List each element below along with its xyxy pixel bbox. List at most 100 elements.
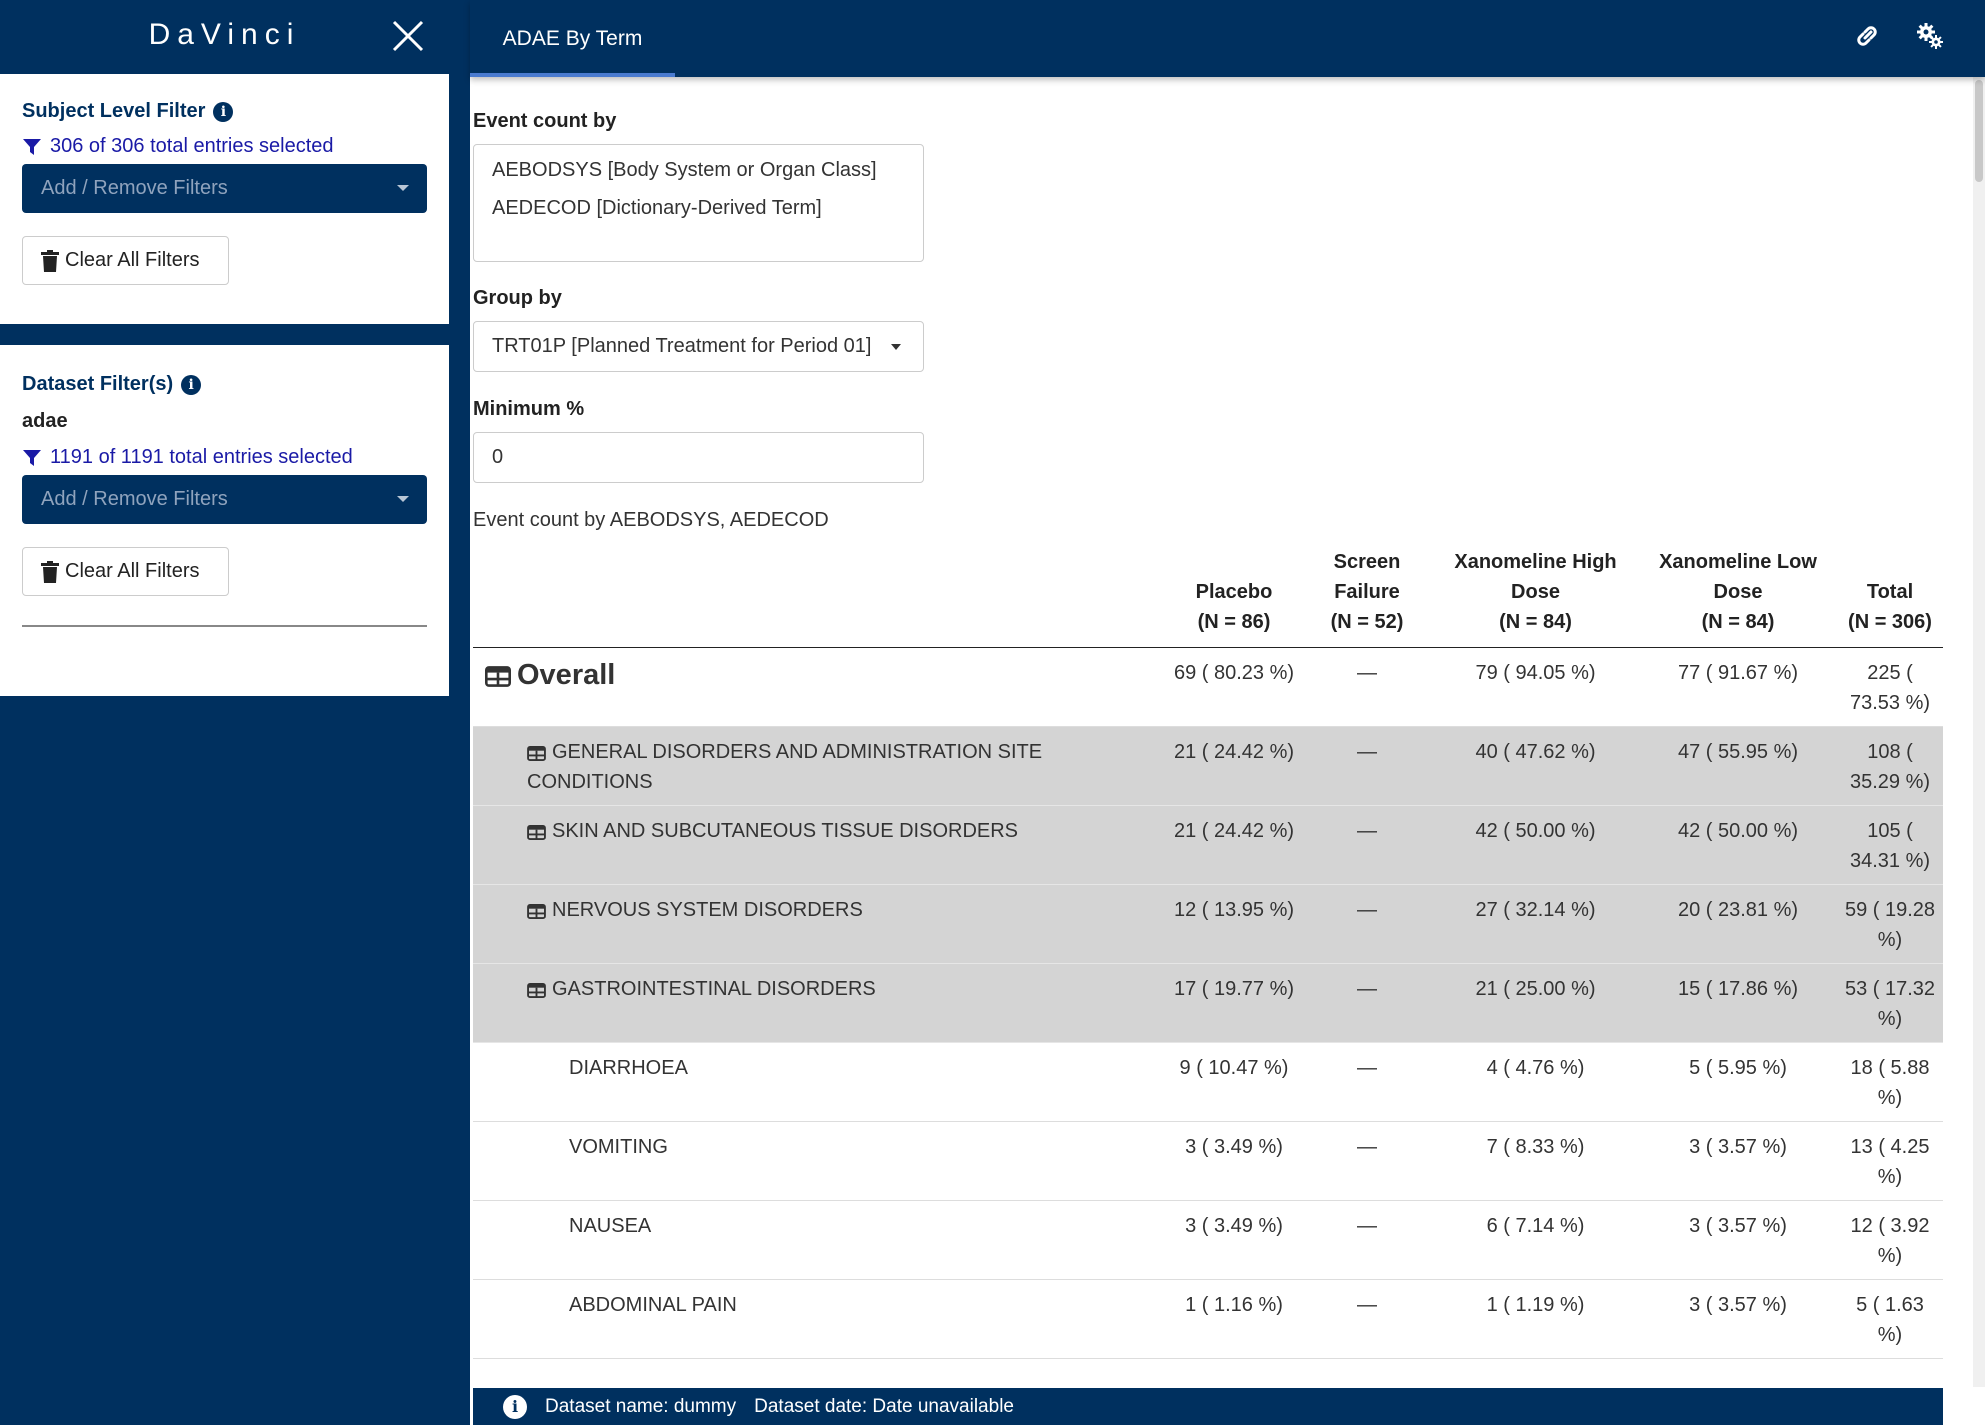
dataset-filter-title-text: Dataset Filter(s) [22, 373, 174, 395]
column-header[interactable]: Xanomeline Low Dose (N = 84) [1639, 547, 1837, 648]
subject-filter-dropdown[interactable]: Add / Remove Filters [22, 164, 427, 213]
table-icon[interactable] [485, 666, 511, 687]
event-count-option[interactable]: AEDECOD [Dictionary-Derived Term] [492, 193, 905, 223]
subject-clear-filters-button[interactable]: Clear All Filters [22, 236, 229, 285]
term-row: ABDOMINAL PAIN 1 ( 1.16 %) —1 ( 1.19 %) 3 (… [473, 1279, 1943, 1359]
table-cell: 12 ( 3.92 %) [1837, 1200, 1943, 1280]
column-header[interactable]: Total (N = 306) [1837, 547, 1943, 648]
group-by-label: Group by [473, 287, 562, 309]
app-brand: DaVinci [148, 18, 301, 51]
minimum-percent-input[interactable]: 0 [473, 432, 924, 483]
dataset-filter-dropdown[interactable]: Add / Remove Filters [22, 475, 427, 524]
body-system-row[interactable]: SKIN AND SUBCUTANEOUS TISSUE DISORDERS 21… [473, 805, 1943, 885]
subject-filter-panel: Subject Level Filter i 306 of 306 total … [0, 74, 449, 324]
row-term: GENERAL DISORDERS AND ADMINISTRATION SIT… [473, 726, 1166, 806]
table-cell: — [1302, 647, 1432, 727]
term-row: DIARRHOEA 9 ( 10.47 %) —4 ( 4.76 %) 5 ( 5.9… [473, 1042, 1943, 1122]
row-term-text: Overall [517, 659, 616, 691]
row-term-text: GENERAL DISORDERS AND ADMINISTRATION SIT… [527, 741, 1043, 793]
column-header-name: Total [1866, 581, 1914, 603]
table-cell: 5 ( 5.95 %) [1639, 1042, 1837, 1122]
row-term-text: NAUSEA [569, 1215, 652, 1237]
table-cell: 1 ( 1.19 %) [1432, 1279, 1639, 1359]
table-cell: 59 ( 19.28 %) [1837, 884, 1943, 964]
table-icon[interactable] [527, 904, 546, 919]
table-cell: — [1302, 1121, 1432, 1201]
table-cell: 42 ( 50.00 %) [1432, 805, 1639, 885]
group-by-value: TRT01P [Planned Treatment for Period 01] [492, 335, 872, 357]
link-icon[interactable] [1852, 21, 1882, 51]
subject-clear-label: Clear All Filters [65, 249, 200, 271]
column-header-n: (N = 86) [1197, 611, 1271, 633]
table-cell: 53 ( 17.32 %) [1837, 963, 1943, 1043]
vertical-scrollbar[interactable] [1973, 77, 1985, 1387]
dataset-clear-filters-button[interactable]: Clear All Filters [22, 547, 229, 596]
table-cell: — [1302, 1042, 1432, 1122]
column-header[interactable]: Xanomeline High Dose (N = 84) [1432, 547, 1639, 648]
sidebar: DaVinci Subject Level Filter i 306 of 30… [0, 0, 449, 1425]
table-cell: 7 ( 8.33 %) [1432, 1121, 1639, 1201]
dataset-filter-panel: Dataset Filter(s) i adae 1191 of 1191 to… [0, 345, 449, 696]
body-system-row[interactable]: NERVOUS SYSTEM DISORDERS 12 ( 13.95 %) —27… [473, 884, 1943, 964]
event-count-option[interactable]: AEBODSYS [Body System or Organ Class] [492, 155, 905, 185]
info-icon[interactable]: i [181, 374, 202, 395]
row-term: DIARRHOEA [473, 1042, 1166, 1122]
table-icon[interactable] [527, 983, 546, 998]
table-caption: Event count by AEBODSYS, AEDECOD [473, 509, 829, 531]
table-cell: — [1302, 1279, 1432, 1359]
column-header[interactable]: Screen Failure (N = 52) [1302, 547, 1432, 648]
group-by-select[interactable]: TRT01P [Planned Treatment for Period 01] [473, 321, 924, 372]
info-icon: i [503, 1394, 527, 1419]
row-term-text: DIARRHOEA [569, 1057, 688, 1079]
event-count-multiselect[interactable]: AEBODSYS [Body System or Organ Class] AE… [473, 144, 924, 262]
minimum-percent-label: Minimum % [473, 398, 585, 420]
row-term: NERVOUS SYSTEM DISORDERS [473, 884, 1166, 964]
row-term-text: ABDOMINAL PAIN [569, 1294, 737, 1316]
dataset-name-status: Dataset name: dummy [545, 1395, 737, 1417]
dataset-clear-label: Clear All Filters [65, 560, 200, 582]
chevron-down-icon [891, 344, 901, 350]
column-header[interactable]: Placebo (N = 86) [1166, 547, 1302, 648]
term-row: NAUSEA 3 ( 3.49 %) —6 ( 7.14 %) 3 ( 3.57 %)… [473, 1200, 1943, 1280]
tab-adae-by-term[interactable]: ADAE By Term [470, 0, 675, 77]
dataset-name-label: adae [22, 410, 68, 432]
table-cell: 77 ( 91.67 %) [1639, 647, 1837, 727]
body-system-row[interactable]: GENERAL DISORDERS AND ADMINISTRATION SIT… [473, 726, 1943, 806]
table-cell: 3 ( 3.57 %) [1639, 1279, 1837, 1359]
scrollbar-thumb[interactable] [1975, 80, 1983, 182]
table-cell: 21 ( 24.42 %) [1166, 726, 1302, 806]
row-term: Overall [473, 647, 1166, 727]
table-cell: 21 ( 25.00 %) [1432, 963, 1639, 1043]
table-cell: — [1302, 726, 1432, 806]
table-cell: 3 ( 3.57 %) [1639, 1121, 1837, 1201]
divider [22, 625, 427, 627]
info-icon[interactable]: i [213, 101, 234, 122]
dataset-selected-count: 1191 of 1191 total entries selected [22, 446, 353, 469]
table-cell: — [1302, 805, 1432, 885]
table-cell: 47 ( 55.95 %) [1639, 726, 1837, 806]
subject-dropdown-placeholder: Add / Remove Filters [41, 177, 228, 199]
column-header-name: Placebo [1195, 581, 1273, 603]
table-cell: — [1302, 963, 1432, 1043]
table-cell: 17 ( 19.77 %) [1166, 963, 1302, 1043]
term-column-header [473, 547, 1166, 648]
overall-row[interactable]: Overall 69 ( 80.23 %) —79 ( 94.05 %) 77 ( 9… [473, 647, 1943, 727]
subject-selected-text: 306 of 306 total entries selected [50, 135, 334, 157]
table-header-row: Placebo (N = 86) Screen Failure (N = 52) X… [473, 547, 1943, 648]
table-cell: 79 ( 94.05 %) [1432, 647, 1639, 727]
subject-selected-count: 306 of 306 total entries selected [22, 135, 334, 158]
gears-icon[interactable] [1915, 21, 1945, 51]
table-cell: 40 ( 47.62 %) [1432, 726, 1639, 806]
top-bar: ADAE By Term [470, 0, 1985, 77]
table-icon[interactable] [527, 746, 546, 761]
body-system-row[interactable]: GASTROINTESTINAL DISORDERS 17 ( 19.77 %) —… [473, 963, 1943, 1043]
table-cell: 18 ( 5.88 %) [1837, 1042, 1943, 1122]
filter-icon [23, 138, 41, 155]
close-icon[interactable] [388, 16, 428, 56]
table-cell: 15 ( 17.86 %) [1639, 963, 1837, 1043]
table-icon[interactable] [527, 825, 546, 840]
subject-filter-title: Subject Level Filter i [22, 100, 234, 123]
main-area: ADAE By Term Event count by AEBODSYS [Bo… [470, 0, 1985, 1425]
status-footer: i Dataset name: dummy Dataset date: Date… [473, 1388, 1943, 1425]
table-cell: 9 ( 10.47 %) [1166, 1042, 1302, 1122]
